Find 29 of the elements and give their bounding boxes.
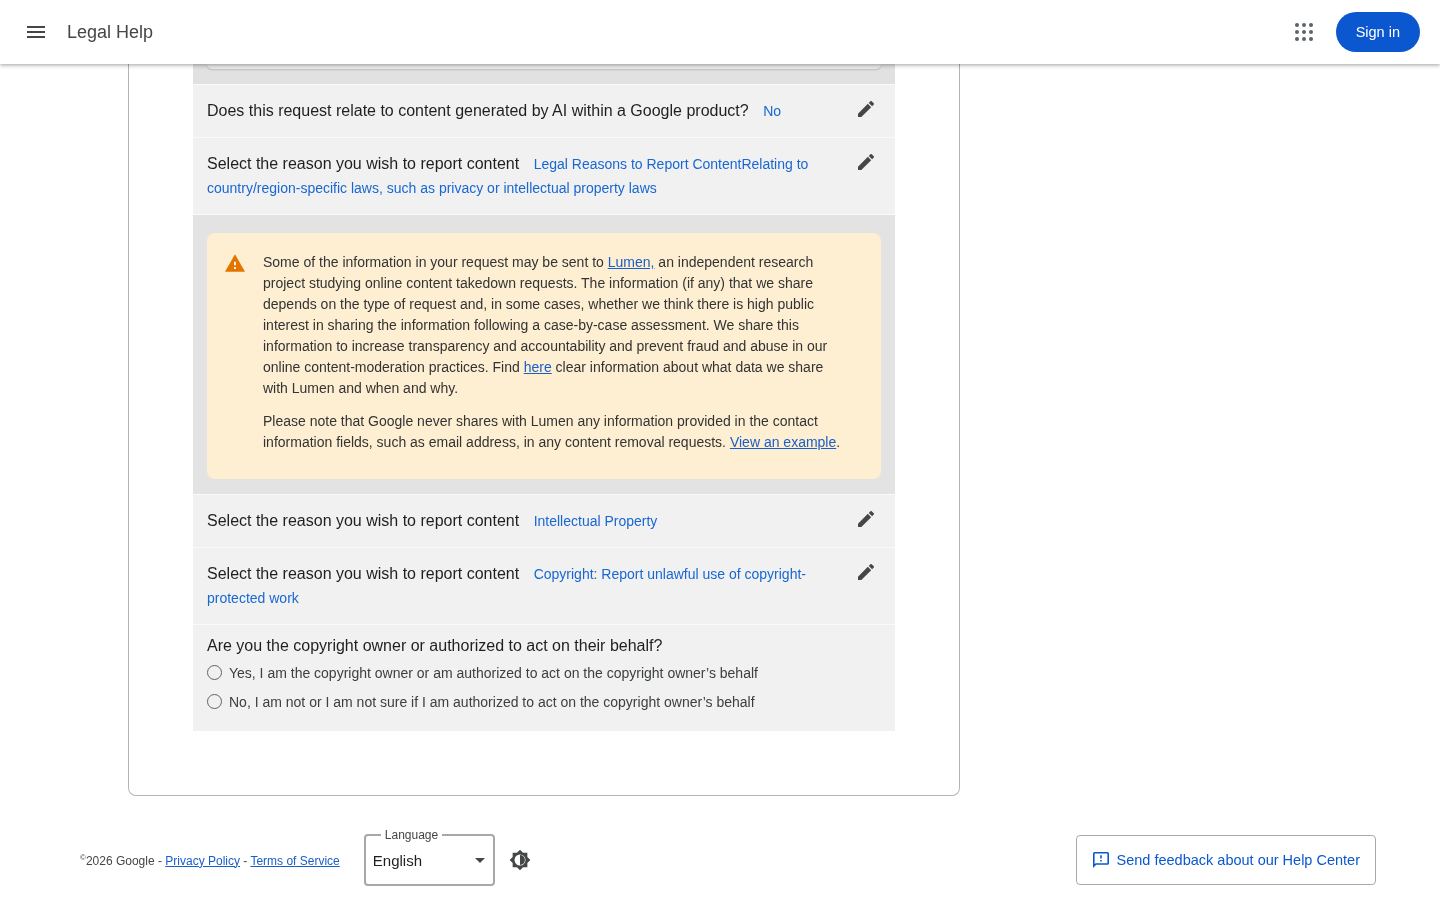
inline-link[interactable]: here <box>523 359 552 375</box>
language-select[interactable]: Language English <box>363 828 495 886</box>
page-title: Legal Help <box>67 21 154 43</box>
radio-label[interactable]: Yes, I am the copyright owner or am authorized to act on the copyright owner’s behalf <box>229 664 758 681</box>
notice-paragraph: Some of the information in your request may be sent to Lumen, an independent research project studying online content takedown requests. The information (if any) that we share depends on the type of request and, in some cases, whether we think there is high public interest in sharing the information following a case-by-case assessment. We share this information to increase transparency and accountability and prevent fraud and abuse in our online content-moderation practices. Find here clear information about what data we share with Lumen and when and why. <box>263 253 829 398</box>
caret-icon <box>474 857 485 863</box>
inline-link[interactable]: Lumen, <box>607 254 655 270</box>
menu-icon[interactable] <box>27 26 45 38</box>
footer-link[interactable]: Terms of Service <box>250 853 340 868</box>
feedback-button[interactable]: Send feedback about our Help Center <box>1075 835 1376 885</box>
question-text: Are you the copyright owner or authorized to act on their behalf? <box>207 636 664 656</box>
pencil-icon[interactable] <box>858 564 874 580</box>
radio-label[interactable]: No, I am not or I am not sure if I am authorized to act on the copyright owner’s behalf <box>229 693 755 710</box>
pencil-icon[interactable] <box>858 154 874 170</box>
footer-legal-text: $^{©}$2026 Google - Privacy Policy - Terms of Service <box>80 852 340 868</box>
sign-in-button[interactable]: Sign in <box>1335 12 1420 52</box>
notice-paragraph: Please note that Google never shares with Lumen any information provided in the contact information fields, such as email address, in any content removal requests. View an example. <box>263 412 842 452</box>
brightness-icon[interactable] <box>508 849 531 871</box>
pencil-icon[interactable] <box>858 101 874 117</box>
warning-icon <box>225 254 245 272</box>
question-with-answer: Select the reason you wish to report content Legal Reasons to Report ContentRelating to country/region-specific laws, such as privacy or intellectual property laws <box>207 154 810 198</box>
question-with-answer: Does this request relate to content generated by AI within a Google product? No <box>207 101 783 121</box>
inline-link[interactable]: View an example <box>729 434 837 450</box>
footer-link[interactable]: Privacy Policy <box>165 853 240 868</box>
feedback-icon <box>1092 852 1109 868</box>
apps-grid-icon[interactable] <box>1294 23 1313 41</box>
pencil-icon[interactable] <box>858 511 874 527</box>
question-with-answer: Select the reason you wish to report content Copyright: Report unlawful use of copyright-protected work <box>207 564 807 608</box>
question-with-answer: Select the reason you wish to report content Intellectual Property <box>207 511 659 531</box>
